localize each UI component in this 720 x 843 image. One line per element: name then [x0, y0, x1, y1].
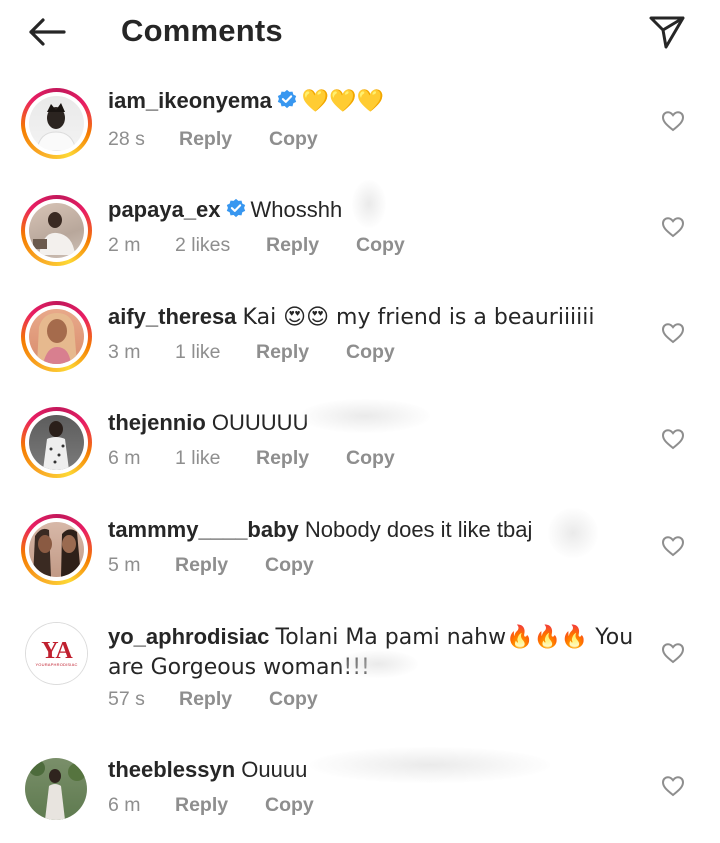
comment-time: 2 m [108, 234, 141, 256]
comment-text: OUUUUU [211, 410, 309, 435]
comment-line: thejennio OUUUUU [108, 409, 308, 437]
heart-icon[interactable] [661, 775, 685, 797]
avatar[interactable] [25, 758, 87, 820]
comment-time: 6 m [108, 447, 141, 469]
reply-button[interactable]: Reply [256, 447, 346, 470]
heart-icon[interactable] [661, 322, 685, 344]
reply-button[interactable]: Reply [179, 688, 269, 711]
comment-text: Ouuuu [241, 757, 308, 782]
comment-likes[interactable]: 1 like [175, 341, 256, 364]
paper-plane-icon [649, 16, 685, 49]
comment-text: Nobody does it like tbaj [304, 517, 533, 542]
comment-line: papaya_ex Whosshh [108, 196, 342, 224]
comment-username[interactable]: yo_aphrodisiac [108, 624, 269, 649]
comment-likes[interactable]: 2 likes [175, 234, 266, 257]
comment-likes[interactable]: 1 like [175, 447, 256, 470]
comment-line: theeblessyn Ouuuu [108, 756, 307, 784]
heart-icon[interactable] [661, 216, 685, 238]
blurred-region [300, 399, 430, 433]
avatar[interactable] [21, 88, 92, 159]
copy-button[interactable]: Copy [346, 447, 395, 470]
comment-text: Whosshh [250, 197, 343, 222]
back-button[interactable] [22, 12, 70, 52]
comment-time: 28 s [108, 128, 145, 150]
blurred-region [310, 747, 550, 783]
comment-meta: 28 s Reply Copy [108, 128, 318, 151]
comment-meta: 3 m 1 like Reply Copy [108, 341, 395, 364]
comment-meta: 6 m 1 like Reply Copy [108, 447, 395, 470]
comment-meta: 57 s Reply Copy [108, 688, 318, 711]
comment-time: 57 s [108, 688, 145, 710]
heart-icon[interactable] [661, 642, 685, 664]
blurred-region [338, 650, 418, 678]
comment-line: tammmy____baby Nobody does it like tbaj [108, 516, 532, 544]
avatar[interactable] [21, 301, 92, 372]
avatar[interactable] [21, 407, 92, 478]
blurred-region [352, 180, 386, 228]
comment-meta: 6 m Reply Copy [108, 794, 314, 817]
avatar-logo-subtext: YOURAPHRODISIAC [35, 661, 78, 667]
comment-username[interactable]: tammmy____baby [108, 517, 299, 542]
avatar[interactable] [21, 195, 92, 266]
heart-icon[interactable] [661, 428, 685, 450]
copy-button[interactable]: Copy [356, 234, 405, 257]
arrow-left-icon [29, 18, 66, 46]
share-button[interactable] [644, 10, 690, 54]
reply-button[interactable]: Reply [266, 234, 356, 257]
reply-button[interactable]: Reply [175, 794, 265, 817]
copy-button[interactable]: Copy [346, 341, 395, 364]
page-title: Comments [121, 13, 283, 48]
heart-icon[interactable] [661, 110, 685, 132]
comment-username[interactable]: iam_ikeonyema [108, 88, 272, 113]
comment-time: 6 m [108, 794, 141, 816]
header: Comments [0, 0, 720, 66]
reply-button[interactable]: Reply [179, 128, 269, 151]
comment-line: iam_ikeonyema 💛💛💛 [108, 87, 384, 116]
comment-meta: 5 m Reply Copy [108, 554, 314, 577]
blurred-region [548, 508, 598, 558]
comment-meta: 2 m 2 likes Reply Copy [108, 234, 405, 257]
avatar[interactable]: YA YOURAPHRODISIAC [25, 622, 88, 685]
comment-username[interactable]: papaya_ex [108, 197, 221, 222]
verified-badge-icon [277, 89, 297, 109]
avatar[interactable] [21, 514, 92, 585]
copy-button[interactable]: Copy [269, 688, 318, 711]
heart-icon[interactable] [661, 535, 685, 557]
copy-button[interactable]: Copy [265, 794, 314, 817]
reply-button[interactable]: Reply [175, 554, 265, 577]
reply-button[interactable]: Reply [256, 341, 346, 364]
comment-username[interactable]: thejennio [108, 410, 206, 435]
avatar-logo: YA [41, 637, 72, 664]
copy-button[interactable]: Copy [265, 554, 314, 577]
verified-badge-icon [226, 198, 245, 218]
comment-username[interactable]: theeblessyn [108, 757, 235, 782]
comment-text: Kai 😍😍 my friend is a beauriiiiii [242, 305, 595, 330]
copy-button[interactable]: Copy [269, 128, 318, 151]
comment-time: 3 m [108, 341, 141, 363]
comment-text: 💛💛💛 [301, 89, 385, 114]
comment-line: aify_theresa Kai 😍😍 my friend is a beaur… [108, 303, 595, 332]
comment-username[interactable]: aify_theresa [108, 304, 236, 329]
comment-time: 5 m [108, 554, 141, 576]
